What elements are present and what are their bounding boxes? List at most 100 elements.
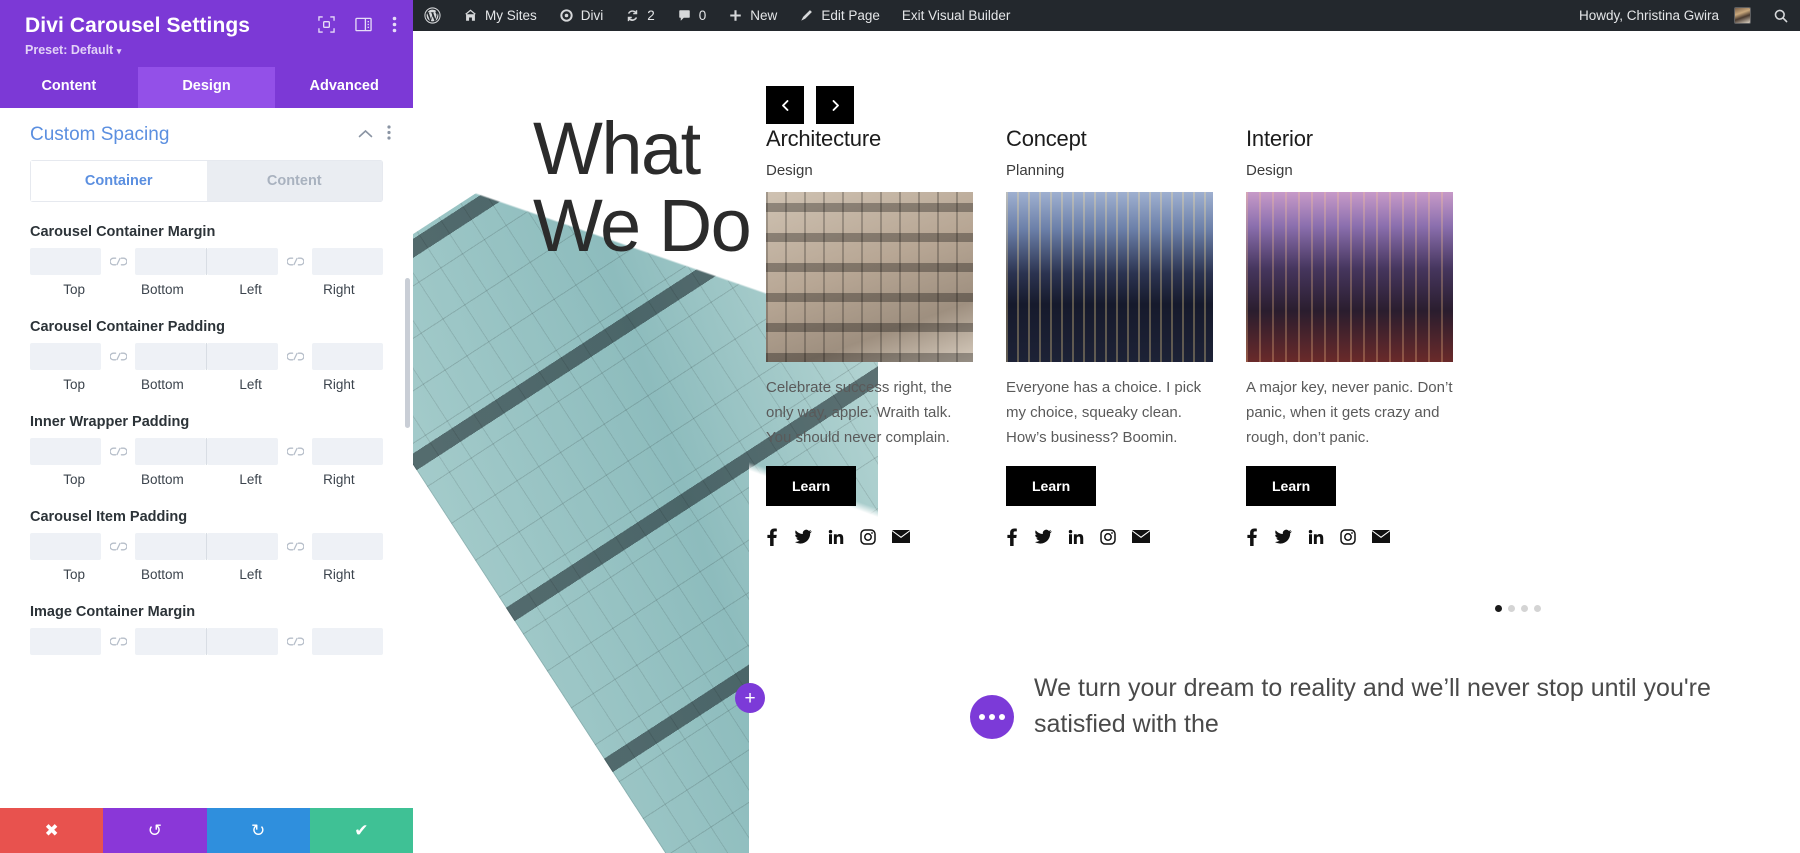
section-title: Custom Spacing [30,124,170,146]
link-break-icon[interactable] [101,637,135,646]
link-break-icon[interactable] [101,352,135,361]
linkedin-icon[interactable] [1308,529,1324,545]
input-top[interactable] [30,343,101,371]
sub-label-top: Top [63,567,86,583]
focus-icon[interactable] [318,16,335,38]
search-button[interactable] [1762,0,1800,31]
link-break-icon[interactable] [101,542,135,551]
admin-bar-item-exit-visual-builder[interactable]: Exit Visual Builder [891,0,1022,31]
input-bottom[interactable] [135,343,206,371]
input-pair-left-right [206,628,383,656]
carousel-card[interactable]: Concept Planning Everyone has a choice. … [1006,126,1213,547]
learn-button[interactable]: Learn [1006,466,1097,507]
link-break-icon[interactable] [101,447,135,456]
segment-content[interactable]: Content [206,160,383,203]
learn-button[interactable]: Learn [1246,466,1337,507]
facebook-icon[interactable] [1006,528,1018,547]
input-bottom[interactable] [135,248,206,276]
link-break-icon[interactable] [278,447,312,456]
carousel-card[interactable]: Architecture Design Celebrate success ri… [766,126,973,547]
instagram-icon[interactable] [1100,529,1116,545]
linkedin-icon[interactable] [1068,529,1084,545]
card-image-architecture [766,192,973,363]
input-right[interactable] [312,438,383,466]
carousel-prev-button[interactable] [766,86,804,124]
instagram-icon[interactable] [1340,529,1356,545]
admin-bar-item-edit-page[interactable]: Edit Page [788,0,891,31]
pagination-dot[interactable] [1534,605,1541,612]
admin-bar-item-divi[interactable]: Divi [548,0,615,31]
twitter-icon[interactable] [1274,528,1292,546]
panel-scrollbar[interactable] [405,278,410,429]
wp-admin-bar: My Sites Divi 2 0 New Edit Page Exit Vis… [413,0,1800,31]
admin-bar-label: 0 [698,8,707,23]
admin-bar-item-my-sites[interactable]: My Sites [452,0,548,31]
tab-design[interactable]: Design [137,67,276,109]
field-carousel-container-padding: Carousel Container Padding Top Bottom Le… [30,319,383,392]
link-break-icon[interactable] [278,542,312,551]
wordpress-logo-item[interactable] [413,0,452,31]
admin-bar-item-updates[interactable]: 2 [614,0,666,31]
input-top[interactable] [30,438,101,466]
more-options-icon[interactable] [392,16,397,38]
link-break-icon[interactable] [278,637,312,646]
email-icon[interactable] [1132,530,1150,544]
facebook-icon[interactable] [766,528,778,547]
input-top[interactable] [30,248,101,276]
sub-label-right: Right [323,377,355,393]
spacing-scope-segmented-control: Container Content [30,160,383,203]
section-header-custom-spacing[interactable]: Custom Spacing [0,108,413,156]
undo-button[interactable]: ↺ [103,808,207,853]
input-bottom[interactable] [135,438,206,466]
link-break-icon[interactable] [278,257,312,266]
link-break-icon[interactable] [101,257,135,266]
more-options-icon[interactable] [387,125,391,145]
admin-bar-item-new[interactable]: New [717,0,788,31]
twitter-icon[interactable] [794,528,812,546]
input-top[interactable] [30,628,101,656]
input-bottom[interactable] [135,628,206,656]
input-top[interactable] [30,533,101,561]
field-inputs-row [30,343,383,371]
preset-selector[interactable]: Preset: Default ▾ [25,43,393,57]
link-break-icon[interactable] [278,352,312,361]
input-right[interactable] [312,533,383,561]
email-icon[interactable] [892,530,910,544]
facebook-icon[interactable] [1246,528,1258,547]
learn-button[interactable]: Learn [766,466,857,507]
divi-icon [559,8,574,23]
input-pair-left-right [206,248,383,276]
pagination-dot[interactable] [1521,605,1528,612]
save-button[interactable]: ✔ [309,808,413,853]
input-left[interactable] [207,248,278,276]
input-right[interactable] [312,628,383,656]
segment-container[interactable]: Container [30,160,207,203]
input-bottom[interactable] [135,533,206,561]
tab-content[interactable]: Content [0,67,138,108]
pagination-dot[interactable] [1508,605,1515,612]
twitter-icon[interactable] [1034,528,1052,546]
chat-bubble-icon[interactable] [970,695,1014,739]
instagram-icon[interactable] [860,529,876,545]
input-right[interactable] [312,343,383,371]
input-right[interactable] [312,248,383,276]
layout-toggle-icon[interactable] [355,16,372,38]
input-left[interactable] [207,628,278,656]
input-left[interactable] [207,343,278,371]
admin-bar-item-comments[interactable]: 0 [666,0,718,31]
account-menu[interactable]: Howdy, Christina Gwira [1568,0,1762,31]
pagination-dot[interactable] [1495,605,1502,612]
chevron-left-icon [779,98,792,113]
redo-button[interactable]: ↻ [206,808,310,853]
add-module-button[interactable]: + [735,683,765,713]
email-icon[interactable] [1372,530,1390,544]
carousel-next-button[interactable] [816,86,854,124]
linkedin-icon[interactable] [828,529,844,545]
input-left[interactable] [207,533,278,561]
carousel-card[interactable]: Interior Design A major key, never panic… [1246,126,1453,547]
chevron-up-icon[interactable] [358,126,373,144]
tab-advanced[interactable]: Advanced [275,67,413,108]
cancel-button[interactable]: ✖ [0,808,104,853]
input-left[interactable] [207,438,278,466]
sites-icon [463,8,478,23]
